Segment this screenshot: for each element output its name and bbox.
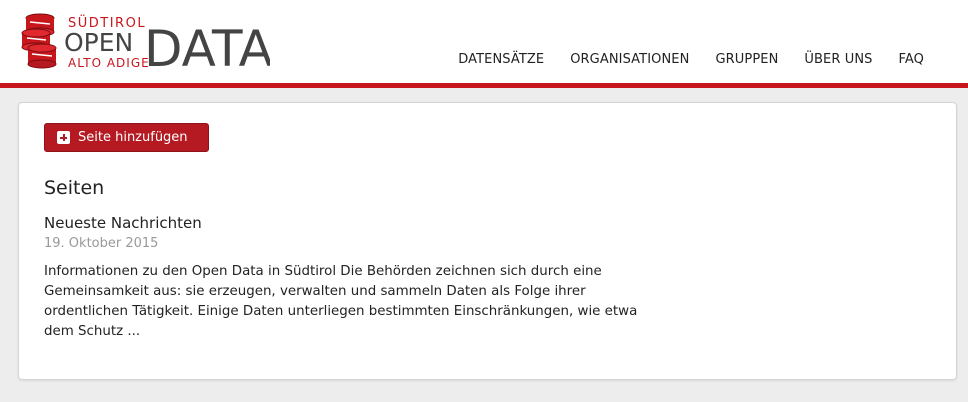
add-page-button[interactable]: Seite hinzufügen: [44, 123, 209, 152]
pages-panel: Seite hinzufügen Seiten Neueste Nachrich…: [18, 102, 957, 380]
page-item-title[interactable]: Neueste Nachrichten: [44, 214, 202, 232]
page-item-excerpt: Informationen zu den Open Data in Südtir…: [44, 264, 638, 339]
nav-gruppen[interactable]: GRUPPEN: [715, 52, 778, 67]
nav-datensaetze[interactable]: DATENSÄTZE: [458, 52, 544, 67]
database-icon: [21, 13, 57, 69]
nav-ueber-uns[interactable]: ÜBER UNS: [804, 52, 872, 67]
logo-bottom-line: ALTO ADIGE: [68, 56, 150, 70]
opendata-logo[interactable]: SÜDTIROL OPEN ALTO ADIGE DATA: [20, 12, 270, 74]
nav-faq[interactable]: FAQ: [899, 52, 924, 67]
add-page-button-label: Seite hinzufügen: [78, 130, 188, 145]
main-nav: DATENSÄTZE ORGANISATIONEN GRUPPEN ÜBER U…: [458, 52, 924, 67]
logo-middle-line: OPEN: [64, 28, 133, 57]
section-title: Seiten: [44, 177, 105, 199]
page-item-date: 19. Oktober 2015: [44, 236, 159, 251]
nav-organisationen[interactable]: ORGANISATIONEN: [570, 52, 689, 67]
plus-square-icon: [57, 131, 70, 144]
site-header: SÜDTIROL OPEN ALTO ADIGE DATA DATENSÄTZE…: [0, 0, 968, 88]
logo-big-word: DATA: [144, 20, 270, 74]
